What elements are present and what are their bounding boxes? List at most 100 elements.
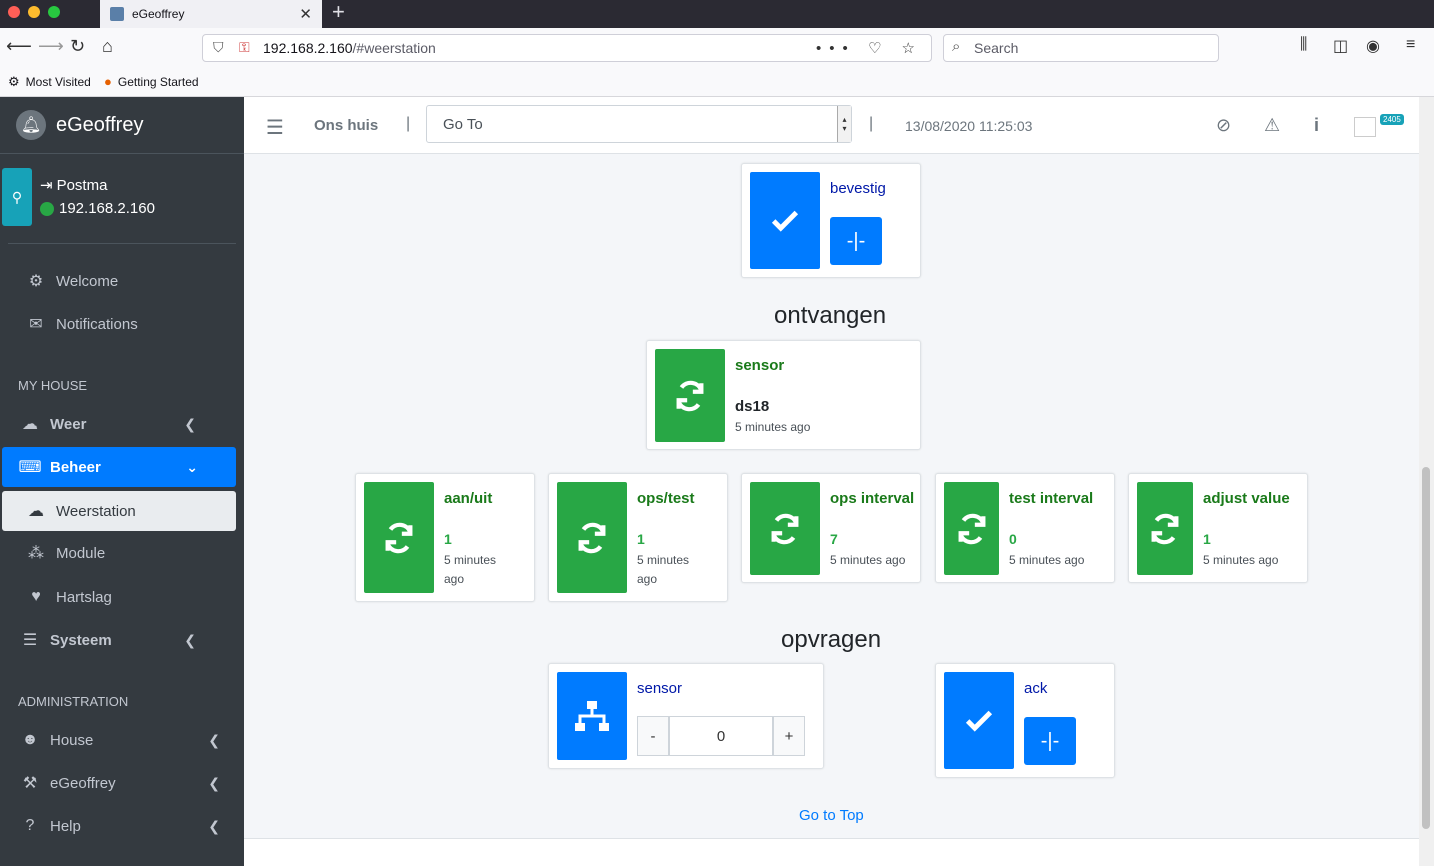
hamburger-icon[interactable]: ☰ (266, 115, 284, 140)
reload-icon[interactable]: ↻ (70, 36, 85, 57)
search-input[interactable]: ⌕ Search (943, 34, 1219, 62)
card-value: 0 (1009, 531, 1017, 547)
account-icon[interactable]: ◉ (1366, 36, 1380, 56)
page-actions-icon[interactable]: ••• ♡ ☆ (816, 39, 923, 57)
chevron-left-icon: ❮ (208, 774, 220, 791)
user-name[interactable]: ⇥ Postma (40, 176, 107, 194)
sidebar-item-module[interactable]: ⁂ Module (0, 533, 244, 573)
card-time: 5 minutes ago (1203, 553, 1279, 567)
select-arrow-icon[interactable]: ▴ ▾ (837, 106, 851, 142)
request-sensor-card: sensor - 0 + (548, 663, 824, 769)
widget-card-aan-uit: aan/uit 1 5 minutes ago (355, 473, 535, 602)
widget-card-ops-test: ops/test 1 5 minutes ago (548, 473, 728, 602)
sidebar-item-weer[interactable]: ☁ Weer ❮ (0, 404, 244, 444)
maximize-window-button[interactable] (48, 6, 60, 18)
project-diagram-icon: ⁂ (28, 545, 44, 562)
user-avatar-icon[interactable]: ⚲ (2, 168, 32, 226)
sidebar: 🔔︎ eGeoffrey ⚲ ⇥ Postma 192.168.2.160 ⚙ We… (0, 97, 244, 866)
home-icon[interactable]: ⌂ (102, 36, 113, 57)
favicon-icon (110, 7, 124, 21)
minimize-window-button[interactable] (28, 6, 40, 18)
user-panel: ⚲ ⇥ Postma 192.168.2.160 (2, 154, 236, 244)
forward-icon[interactable]: ⟶ (38, 36, 64, 57)
bookmark-getting-started[interactable]: ● Getting Started (104, 74, 199, 89)
card-title: sensor (735, 357, 785, 374)
go-to-top-link[interactable]: Go to Top (799, 807, 864, 824)
card-title: ack (1024, 680, 1048, 697)
app-top-bar: ☰ Ons huis | Go To ▴ ▾ | 13/08/2020 11:25… (244, 97, 1420, 154)
menu-icon[interactable]: ≡ (1406, 36, 1415, 54)
sidebar-item-hartslag[interactable]: ♥ Hartslag (0, 577, 244, 617)
sidebar-item-house[interactable]: ☻ House ❮ (0, 720, 244, 760)
stepper-value-input[interactable]: 0 (669, 716, 773, 756)
section-title-ontvangen: ontvangen (774, 302, 887, 329)
user-cog-icon: ☻ (21, 731, 39, 748)
increment-button[interactable]: + (773, 716, 805, 756)
check-icon (944, 672, 1014, 769)
sidebar-item-egeoffrey[interactable]: ⚒ eGeoffrey ❮ (0, 763, 244, 803)
sidebar-item-beheer[interactable]: ⌨ Beheer ⌄ (2, 447, 236, 487)
network-icon (557, 672, 627, 760)
sync-icon (655, 349, 725, 442)
goto-select[interactable]: Go To ▴ ▾ (426, 105, 852, 143)
url-bar[interactable]: ⛉ ⚿ 192.168.2.160/#weerstation ••• ♡ ☆ (202, 34, 932, 62)
house-name[interactable]: Ons huis (314, 117, 378, 134)
separator: | (406, 115, 411, 132)
card-time: 5 minutes ago (637, 553, 690, 586)
toggle-icon: -|- (1040, 729, 1060, 752)
ack-button[interactable]: -|- (1024, 717, 1076, 765)
scrollbar-thumb[interactable] (1422, 467, 1430, 829)
browser-tab[interactable]: eGeoffrey ✕ (100, 0, 322, 28)
bookmarks-bar: ⚙ Most Visited ● Getting Started (0, 68, 1434, 97)
ack-card: ack -|- (935, 663, 1115, 778)
card-value: ds18 (735, 398, 770, 415)
sidebar-item-weerstation[interactable]: ☁ Weerstation (2, 491, 236, 531)
decrement-button[interactable]: - (637, 716, 669, 756)
url-path: /#weerstation (352, 40, 436, 56)
ban-icon[interactable]: ⊘ (1216, 115, 1231, 136)
card-title: ops interval (830, 490, 915, 507)
back-icon[interactable]: ⟵ (6, 36, 32, 57)
search-placeholder: Search (974, 40, 1019, 56)
sidebar-item-notifications[interactable]: ✉ Notifications (0, 304, 244, 344)
library-icon[interactable]: ⫼ (1300, 36, 1307, 54)
insecure-lock-icon[interactable]: ⚿ (239, 39, 250, 56)
bookmark-most-visited[interactable]: ⚙ Most Visited (8, 74, 91, 90)
close-window-button[interactable] (8, 6, 20, 18)
sync-icon (364, 482, 434, 593)
close-tab-icon[interactable]: ✕ (299, 5, 312, 23)
card-value: 7 (830, 531, 838, 547)
confirm-card: bevestig -|- (741, 163, 921, 278)
card-title: ops/test (637, 490, 695, 507)
card-value: 1 (444, 531, 452, 547)
card-title: sensor (637, 680, 683, 697)
shield-icon[interactable]: ⛉ (213, 39, 224, 56)
chevron-down-icon: ⌄ (186, 458, 198, 475)
sidebar-toggle-icon[interactable]: ◫ (1333, 36, 1348, 56)
confirm-button[interactable]: -|- (830, 217, 882, 265)
scrollbar[interactable] (1419, 97, 1434, 866)
sidebar-item-help[interactable]: ? Help ❮ (0, 806, 244, 846)
bookmark-label: Getting Started (117, 74, 199, 89)
widget-card-adjust-value: adjust value 1 5 minutes ago (1128, 473, 1308, 583)
sync-icon (750, 482, 820, 575)
heartbeat-icon: ♥ (31, 588, 41, 605)
info-icon[interactable]: i (1314, 115, 1319, 136)
new-tab-button[interactable]: + (332, 0, 345, 24)
cloud-sun-icon: ☁ (28, 503, 44, 520)
card-value: 1 (637, 531, 645, 547)
sync-icon (1137, 482, 1193, 575)
browser-nav-bar: ⟵ ⟶ ↻ ⌂ ⛉ ⚿ 192.168.2.160/#weerstation •… (0, 28, 1434, 68)
sidebar-item-systeem[interactable]: ☰ Systeem ❮ (0, 620, 244, 660)
sensor-card: sensor ds18 5 minutes ago (646, 340, 921, 450)
footer (244, 838, 1419, 866)
widget-card-ops-interval: ops interval 7 5 minutes ago (741, 473, 921, 583)
brand[interactable]: 🔔︎ eGeoffrey (0, 97, 244, 154)
notification-checkbox[interactable] (1354, 117, 1376, 137)
sidebar-item-welcome[interactable]: ⚙ Welcome (0, 261, 244, 301)
warning-icon[interactable]: ⚠ (1264, 115, 1280, 136)
sync-icon (557, 482, 627, 593)
check-icon (750, 172, 820, 269)
goto-label: Go To (443, 115, 483, 133)
comments-icon: ✉ (29, 316, 43, 333)
